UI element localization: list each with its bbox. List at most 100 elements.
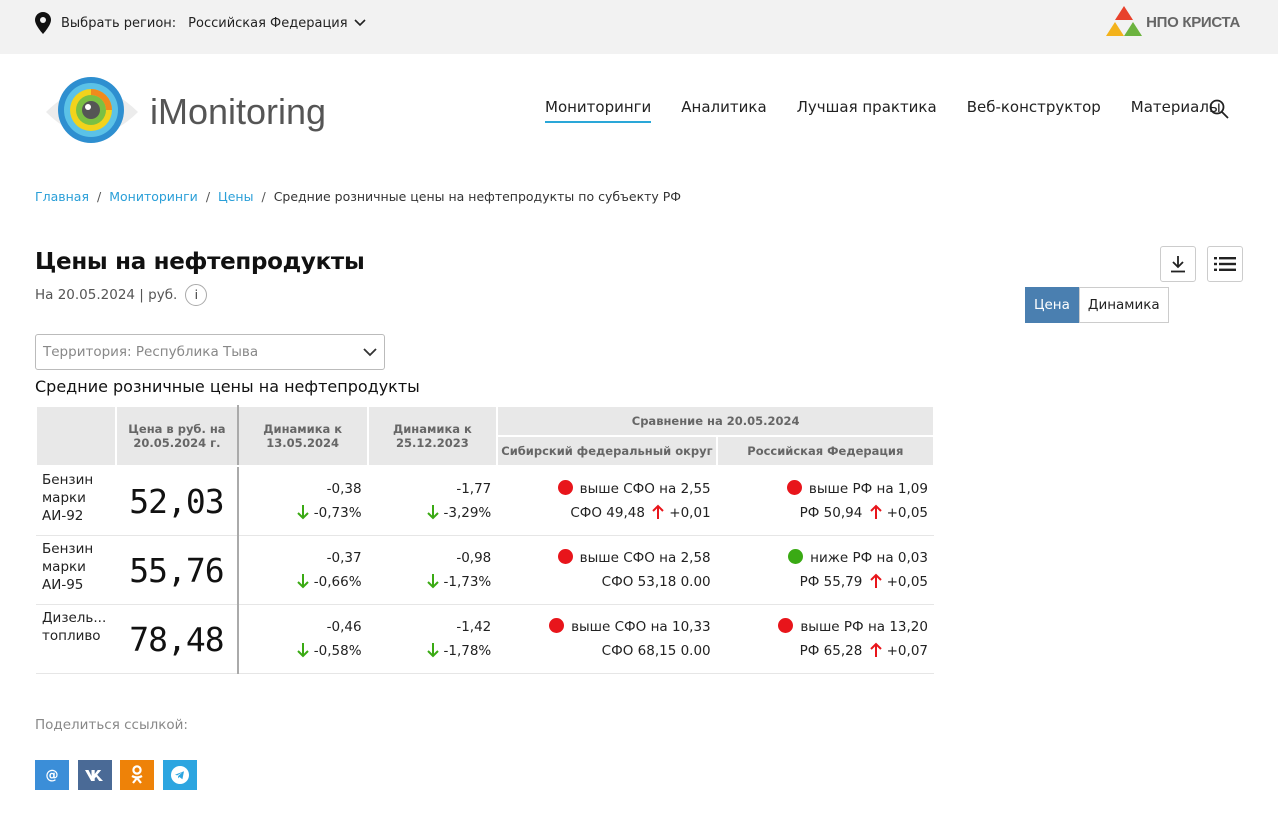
view-toggle: Цена Динамика xyxy=(1025,287,1169,323)
rf-delta: +0,07 xyxy=(886,643,928,659)
sfo-value: СФО 49,48 xyxy=(570,505,645,521)
nav-web-constructor[interactable]: Веб-конструктор xyxy=(967,98,1101,123)
sfo-cell: выше СФО на 10,33 СФО 68,15 0.00 xyxy=(497,604,717,674)
rf-value: РФ 50,94 xyxy=(799,505,863,521)
date-unit-text: На 20.05.2024 | руб. xyxy=(35,287,178,303)
nav-analytics[interactable]: Аналитика xyxy=(681,98,766,123)
share-vk-button[interactable] xyxy=(78,760,112,790)
header-sfo: Сибирский федеральный округ xyxy=(496,435,718,467)
krista-logo[interactable]: НПО КРИСТА xyxy=(1106,6,1240,38)
rf-delta: +0,05 xyxy=(886,505,928,521)
dyn-week-pct: -0,73% xyxy=(313,505,362,521)
breadcrumb-separator: / xyxy=(261,189,266,204)
share-mail-button[interactable]: @ xyxy=(35,760,69,790)
toggle-price[interactable]: Цена xyxy=(1025,287,1079,323)
ok-icon xyxy=(131,765,143,784)
rf-delta: +0,05 xyxy=(886,574,928,590)
territory-value: Территория: Республика Тыва xyxy=(43,344,259,360)
dyn-week-abs: -0,38 xyxy=(326,481,362,497)
arrow-down-icon xyxy=(297,643,309,658)
territory-select[interactable]: Территория: Республика Тыва xyxy=(35,334,385,370)
download-button[interactable] xyxy=(1160,246,1196,282)
arrow-down-icon xyxy=(297,505,309,520)
toggle-dynamics[interactable]: Динамика xyxy=(1078,287,1169,323)
chevron-down-icon[interactable] xyxy=(354,19,366,27)
breadcrumb-separator: / xyxy=(97,189,102,204)
telegram-icon xyxy=(171,766,189,784)
main-nav: Мониторинги Аналитика Лучшая практика Ве… xyxy=(545,98,1251,123)
region-value[interactable]: Российская Федерация xyxy=(188,16,347,31)
nav-best-practice[interactable]: Лучшая практика xyxy=(797,98,937,123)
krista-triangles-icon xyxy=(1106,6,1143,36)
breadcrumb: Главная / Мониторинги / Цены / Средние розн… xyxy=(35,189,681,204)
dyn-week-pct: -0,58% xyxy=(313,643,362,659)
dyn-week-pct: -0,66% xyxy=(313,574,362,590)
dyn-year-abs: -1,42 xyxy=(456,619,492,635)
rf-value: РФ 55,79 xyxy=(799,574,863,590)
arrow-up-icon xyxy=(869,573,882,588)
arrow-up-icon xyxy=(869,504,882,519)
dyn-year-cell: -1,77 -3,29% xyxy=(367,466,498,536)
header-dyn-week: Динамика к 13.05.2024 xyxy=(236,405,369,467)
header-product xyxy=(35,405,117,467)
list-icon xyxy=(1214,257,1236,271)
rf-value: РФ 65,28 xyxy=(799,643,863,659)
price-value: 78,48 xyxy=(115,604,239,674)
share-telegram-button[interactable] xyxy=(163,760,197,790)
page-subtitle: На 20.05.2024 | руб. i xyxy=(35,284,208,306)
price-value: 55,76 xyxy=(115,535,239,605)
dyn-year-cell: -1,42 -1,78% xyxy=(367,604,498,674)
breadcrumb-monitoring[interactable]: Мониторинги xyxy=(109,189,198,204)
nav-monitoring[interactable]: Мониторинги xyxy=(545,98,652,123)
sfo-value: СФО 68,15 0.00 xyxy=(601,643,711,659)
breadcrumb-current: Средние розничные цены на нефтепродукты … xyxy=(273,189,682,204)
product-name: Дизель... топливо xyxy=(36,604,116,674)
arrow-down-icon xyxy=(426,505,439,520)
prices-table: Цена в руб. на 20.05.2024 г. Динамика к … xyxy=(35,405,936,674)
vk-icon xyxy=(85,769,103,781)
arrow-down-icon xyxy=(426,574,439,589)
eye-logo-icon xyxy=(46,77,138,143)
share-ok-button[interactable] xyxy=(120,760,154,790)
arrow-up-icon xyxy=(652,504,664,519)
rf-text: выше РФ на 1,09 xyxy=(808,481,928,497)
sfo-value: СФО 53,18 0.00 xyxy=(601,574,711,590)
dyn-week-cell: -0,38 -0,73% xyxy=(237,466,368,536)
region-label: Выбрать регион: xyxy=(61,15,177,31)
price-value: 52,03 xyxy=(115,466,239,536)
rf-cell: выше РФ на 13,20 РФ 65,28 +0,07 xyxy=(716,604,934,674)
breadcrumb-home[interactable]: Главная xyxy=(35,189,89,204)
product-name: Бензин марки АИ-92 xyxy=(36,466,116,536)
download-icon xyxy=(1171,256,1185,273)
rf-text: выше РФ на 13,20 xyxy=(800,619,928,635)
sfo-delta: +0,01 xyxy=(669,505,711,521)
status-dot xyxy=(557,480,573,495)
table-row: Бензин марки АИ-92 52,03 -0,38 -0,73% -1,77-… xyxy=(36,466,934,536)
dyn-year-pct: -3,29% xyxy=(443,505,492,521)
breadcrumb-separator: / xyxy=(205,189,211,204)
dyn-year-abs: -0,98 xyxy=(456,550,492,566)
imonitoring-logo[interactable]: iMonitoring xyxy=(44,74,326,150)
header-rf: Российская Федерация xyxy=(715,435,936,467)
sfo-cell: выше СФО на 2,55 СФО 49,48 +0,01 xyxy=(497,466,717,536)
region-selector[interactable]: Выбрать регион: Российская Федерация xyxy=(35,12,366,34)
arrow-up-icon xyxy=(869,642,882,657)
breadcrumb-prices[interactable]: Цены xyxy=(218,189,253,204)
dyn-year-cell: -0,98 -1,73% xyxy=(367,535,498,605)
nav-materials[interactable]: Материалы xyxy=(1131,98,1221,123)
top-bar: Выбрать регион: Российская Федерация НПО… xyxy=(0,0,1278,54)
rf-cell: выше РФ на 1,09 РФ 50,94 +0,05 xyxy=(716,466,934,536)
arrow-down-icon xyxy=(297,574,309,589)
table-title: Средние розничные цены на нефтепродукты xyxy=(35,377,420,396)
status-dot xyxy=(557,549,573,564)
dyn-week-cell: -0,37 -0,66% xyxy=(237,535,368,605)
page-title: Цены на нефтепродукты xyxy=(35,249,365,275)
info-icon[interactable]: i xyxy=(185,284,208,306)
sfo-text: выше СФО на 10,33 xyxy=(571,619,711,635)
share-label: Поделиться ссылкой: xyxy=(35,717,188,733)
sfo-text: выше СФО на 2,55 xyxy=(579,481,711,497)
header-price: Цена в руб. на 20.05.2024 г. xyxy=(114,405,239,467)
table-row: Дизель... топливо 78,48 -0,46 -0,58% -1,42 -1… xyxy=(36,604,934,674)
menu-button[interactable] xyxy=(1207,246,1243,282)
search-icon[interactable] xyxy=(1209,99,1229,119)
